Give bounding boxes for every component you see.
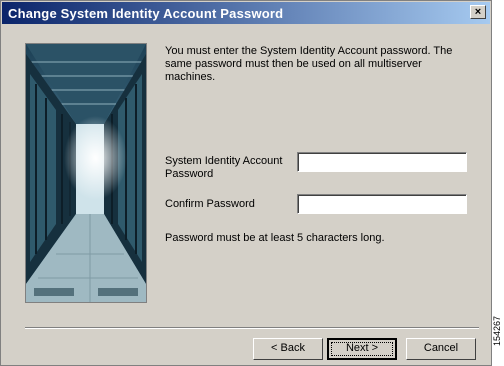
change-password-dialog: Change System Identity Account Password …	[0, 0, 492, 366]
cancel-button[interactable]: Cancel	[406, 338, 476, 360]
server-corridor-illustration	[26, 44, 146, 302]
server-room-image	[25, 43, 147, 303]
confirm-password-field[interactable]	[297, 194, 467, 214]
dialog-title: Change System Identity Account Password	[8, 6, 284, 21]
instruction-message: You must enter the System Identity Accou…	[165, 45, 453, 83]
button-divider	[25, 327, 479, 329]
figure-id: 154267	[492, 315, 502, 346]
close-icon: ×	[474, 6, 482, 18]
confirm-password-label: Confirm Password	[165, 198, 255, 210]
next-button[interactable]: Next >	[327, 338, 397, 360]
system-identity-password-label: System Identity Account Password	[165, 155, 283, 180]
close-button[interactable]: ×	[470, 5, 486, 19]
password-length-note: Password must be at least 5 characters l…	[165, 232, 385, 244]
title-bar[interactable]: Change System Identity Account Password …	[2, 2, 490, 24]
system-identity-password-field[interactable]	[297, 152, 467, 172]
back-button[interactable]: < Back	[253, 338, 323, 360]
